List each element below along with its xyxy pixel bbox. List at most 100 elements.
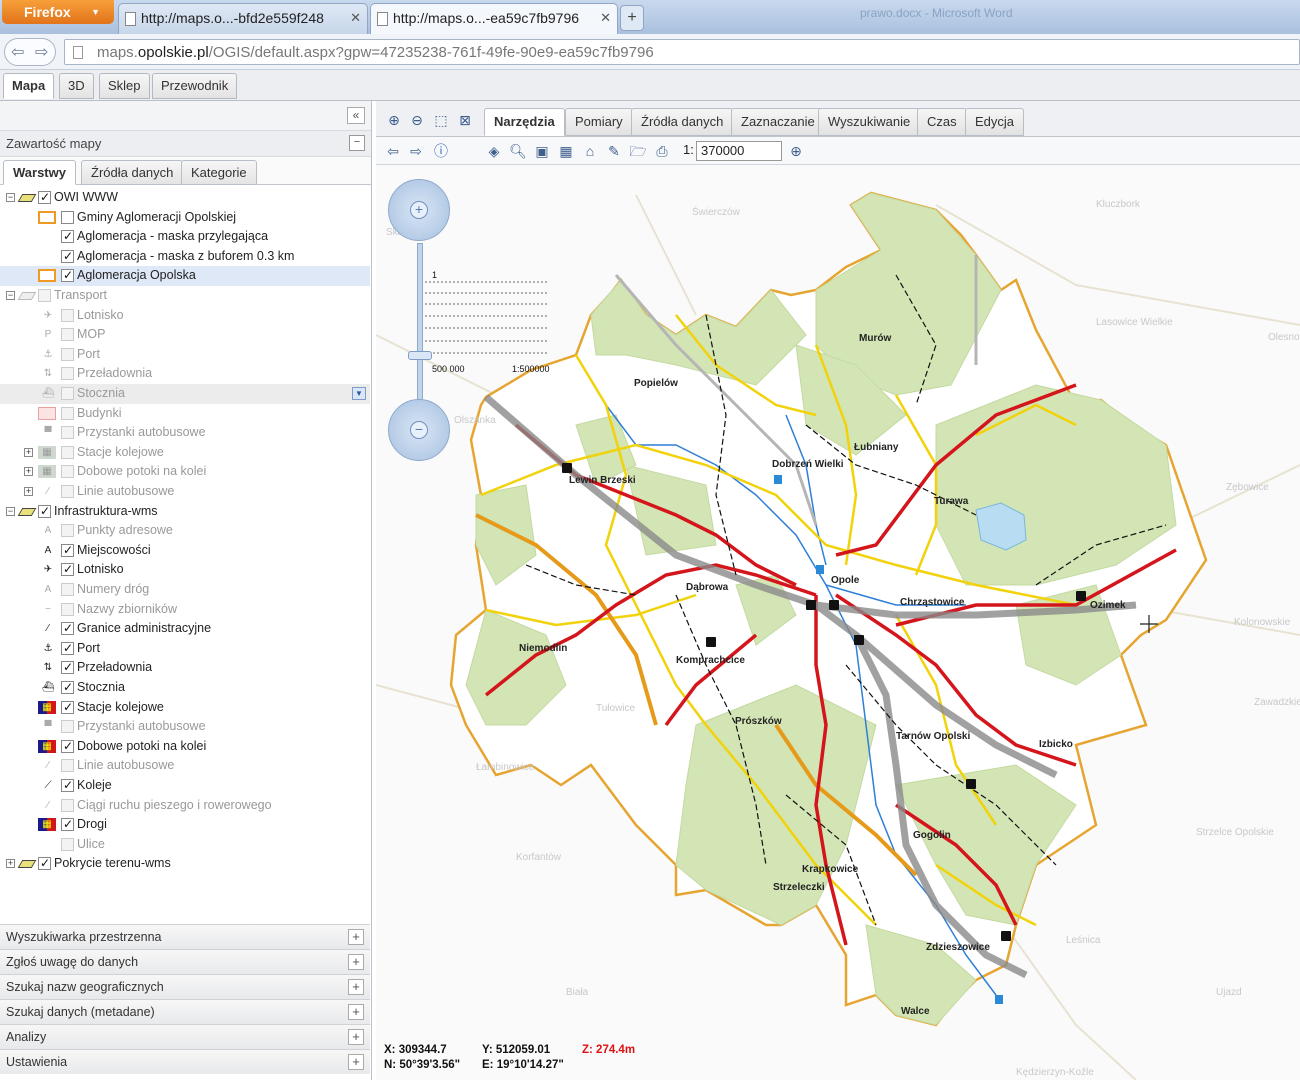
tool-tab[interactable]: Edycja bbox=[965, 108, 1025, 136]
url-text[interactable]: maps.opolskie.pl/OGIS/default.aspx?gpw=4… bbox=[97, 44, 654, 61]
layer-checkbox[interactable] bbox=[61, 583, 74, 596]
layer-row[interactable]: ⚓ Port bbox=[0, 345, 370, 365]
layer-checkbox[interactable] bbox=[61, 737, 74, 756]
layer-row[interactable]: − OWI WWW bbox=[0, 188, 370, 208]
layer-row[interactable]: ⟋ Koleje bbox=[0, 776, 370, 796]
layer-checkbox[interactable] bbox=[61, 602, 74, 616]
url-bar[interactable]: maps.opolskie.pl/OGIS/default.aspx?gpw=4… bbox=[64, 39, 1300, 65]
layer-checkbox[interactable] bbox=[38, 502, 51, 521]
accordion-section[interactable]: Szukaj nazw geograficznych + bbox=[0, 974, 370, 999]
close-icon[interactable]: ✕ bbox=[600, 4, 611, 32]
layer-row[interactable]: A Punkty adresowe bbox=[0, 521, 370, 541]
accordion-section[interactable]: Analizy + bbox=[0, 1024, 370, 1049]
open-folder-icon[interactable]: 🗁︎ bbox=[628, 141, 648, 161]
layer-checkbox[interactable] bbox=[61, 210, 74, 224]
expand-icon[interactable]: + bbox=[348, 979, 364, 995]
layer-row[interactable]: Aglomeracja - maska z buforem 0.3 km bbox=[0, 247, 370, 267]
tool-tab[interactable]: Czas bbox=[917, 108, 967, 136]
new-tab-button[interactable]: + bbox=[620, 5, 644, 31]
browser-tab-1[interactable]: http://maps.o...-bfd2e559f248 ✕ bbox=[118, 3, 368, 34]
expand-icon[interactable]: + bbox=[348, 1029, 364, 1045]
layer-row[interactable]: ✈ Lotnisko bbox=[0, 306, 370, 326]
layer-checkbox[interactable] bbox=[61, 485, 74, 498]
layer-checkbox[interactable] bbox=[61, 541, 74, 560]
layer-checkbox[interactable] bbox=[38, 188, 51, 207]
expand-icon[interactable]: + bbox=[24, 467, 33, 477]
scale-input[interactable]: 370000 bbox=[696, 141, 782, 161]
expand-icon[interactable]: + bbox=[6, 859, 15, 869]
layer-checkbox[interactable] bbox=[61, 776, 74, 795]
layer-checkbox[interactable] bbox=[61, 524, 74, 538]
layer-row[interactable]: ∕ Linie autobusowe bbox=[0, 756, 370, 776]
layer-checkbox[interactable] bbox=[61, 387, 74, 400]
table-icon[interactable]: ▦ bbox=[556, 141, 576, 161]
tool-tab[interactable]: Narzędzia bbox=[484, 108, 565, 136]
layer-checkbox[interactable] bbox=[61, 698, 74, 717]
layer-row[interactable]: + ∕ Linie autobusowe bbox=[0, 482, 370, 502]
layer-checkbox[interactable] bbox=[38, 289, 51, 302]
layer-checkbox[interactable] bbox=[61, 759, 74, 773]
layer-checkbox[interactable] bbox=[61, 619, 74, 638]
tool-tab[interactable]: Pomiary bbox=[565, 108, 633, 136]
layer-row[interactable]: ⁄ Granice administracyjne bbox=[0, 619, 370, 639]
layers-icon[interactable]: ◈ bbox=[484, 141, 504, 161]
layer-row[interactable]: ⇅ Przeładownia bbox=[0, 364, 370, 384]
subtab-zrodla-danych[interactable]: Źródła danych bbox=[81, 160, 184, 185]
layer-row[interactable]: Aglomeracja Opolska bbox=[0, 266, 370, 286]
forward-arrow-icon[interactable]: ⇨ bbox=[406, 141, 426, 161]
info-icon[interactable]: ⓘ bbox=[431, 141, 451, 161]
forward-arrow-icon[interactable]: ⇨ bbox=[35, 42, 48, 62]
browser-tab-2[interactable]: http://maps.o...-ea59c7fb9796 ✕ bbox=[370, 3, 618, 34]
zoom-in-icon[interactable]: ⊕ bbox=[385, 111, 403, 129]
back-arrow-icon[interactable]: ⇦ bbox=[11, 42, 24, 62]
firefox-menu-button[interactable]: Firefox ▼ bbox=[2, 0, 114, 24]
expand-icon[interactable]: + bbox=[348, 1004, 364, 1020]
tool-tab[interactable]: Wyszukiwanie bbox=[818, 108, 921, 136]
layer-row[interactable]: A Miejscowości bbox=[0, 541, 370, 561]
layer-row[interactable]: Gminy Aglomeracji Opolskiej bbox=[0, 208, 370, 228]
layer-checkbox[interactable] bbox=[61, 658, 74, 677]
layer-checkbox[interactable] bbox=[61, 815, 74, 834]
layer-row[interactable]: ▀ Przystanki autobusowe bbox=[0, 717, 370, 737]
layer-checkbox[interactable] bbox=[61, 247, 74, 266]
zoom-out-icon[interactable]: ⊖ bbox=[408, 111, 426, 129]
collapse-panel-button[interactable]: « bbox=[347, 107, 365, 124]
map-drawing[interactable]: Kluczbork Lasowice Wielkie Olesno Zębowi… bbox=[376, 165, 1300, 1080]
edit-icon[interactable]: ✎ bbox=[604, 141, 624, 161]
layer-checkbox[interactable] bbox=[61, 639, 74, 658]
zoom-slider-handle[interactable] bbox=[408, 351, 432, 360]
layer-row[interactable]: − Infrastruktura-wms bbox=[0, 502, 370, 522]
tool-tab[interactable]: Zaznaczanie bbox=[731, 108, 825, 136]
layer-row[interactable]: P MOP bbox=[0, 325, 370, 345]
tab-3d[interactable]: 3D bbox=[59, 73, 94, 99]
expand-icon[interactable]: + bbox=[348, 929, 364, 945]
back-forward-buttons[interactable]: ⇦ ⇨ bbox=[4, 38, 56, 66]
expand-icon[interactable]: + bbox=[348, 1054, 364, 1070]
print-icon[interactable]: ⎙ bbox=[652, 141, 672, 161]
layer-row[interactable]: ✈ Lotnisko bbox=[0, 560, 370, 580]
tab-sklep[interactable]: Sklep bbox=[99, 73, 150, 99]
tab-przewodnik[interactable]: Przewodnik bbox=[152, 73, 238, 99]
layer-row[interactable]: ▦ Stacje kolejowe bbox=[0, 698, 370, 718]
layer-checkbox[interactable] bbox=[38, 854, 51, 873]
save-icon[interactable]: ▣ bbox=[532, 141, 552, 161]
accordion-section[interactable]: Wyszukiwarka przestrzenna + bbox=[0, 924, 370, 949]
subtab-warstwy[interactable]: Warstwy bbox=[3, 160, 76, 185]
layer-checkbox[interactable] bbox=[61, 227, 74, 246]
layer-row[interactable]: Budynki bbox=[0, 404, 370, 424]
layer-checkbox[interactable] bbox=[61, 347, 74, 361]
layer-row[interactable]: Ulice bbox=[0, 835, 370, 855]
tab-mapa[interactable]: Mapa bbox=[3, 73, 55, 99]
layer-checkbox[interactable] bbox=[61, 328, 74, 342]
zoom-extent-icon[interactable]: ⊠ bbox=[456, 111, 474, 129]
expand-icon[interactable]: + bbox=[348, 954, 364, 970]
accordion-section[interactable]: Szukaj danych (metadane) + bbox=[0, 999, 370, 1024]
subtab-kategorie[interactable]: Kategorie bbox=[181, 160, 257, 185]
magnifier-icon[interactable]: 🔍︎ bbox=[508, 141, 528, 161]
accordion-section[interactable]: Ustawienia + bbox=[0, 1049, 370, 1074]
layer-row[interactable]: ▦ Dobowe potoki na kolei bbox=[0, 737, 370, 757]
layer-row[interactable]: + Pokrycie terenu-wms bbox=[0, 854, 370, 874]
collapse-icon[interactable]: − bbox=[6, 291, 15, 300]
layer-checkbox[interactable] bbox=[61, 720, 74, 734]
layer-row[interactable]: ⁄ Ciągi ruchu pieszego i rowerowego bbox=[0, 796, 370, 816]
